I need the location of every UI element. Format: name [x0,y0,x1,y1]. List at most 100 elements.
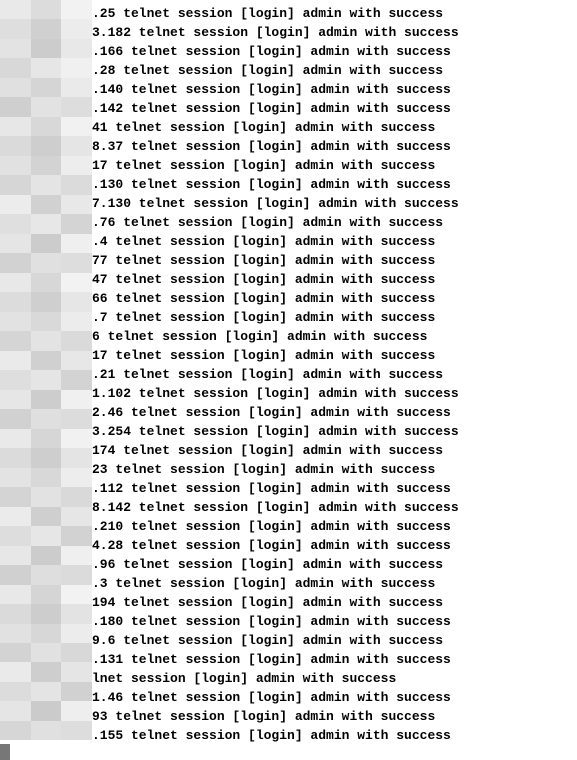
log-line: 17 telnet session [login] admin with suc… [92,156,577,175]
gutter-cell [31,565,62,584]
gutter-cell [61,292,92,311]
gutter-row [0,546,92,565]
gutter-row [0,19,92,38]
gutter-row [0,351,92,370]
gutter-row [0,487,92,506]
gutter-row [0,585,92,604]
log-line: .7 telnet session [login] admin with suc… [92,308,577,327]
gutter-cell [31,507,62,526]
gutter-cell [61,546,92,565]
gutter-row [0,39,92,58]
gutter-cell [0,546,31,565]
gutter-cell [31,604,62,623]
gutter-cell [0,487,31,506]
log-line: .130 telnet session [login] admin with s… [92,175,577,194]
gutter-cell [61,701,92,720]
gutter-row [0,156,92,175]
log-line: 174 telnet session [login] admin with su… [92,441,577,460]
gutter-cell [31,546,62,565]
log-line: .25 telnet session [login] admin with su… [92,4,577,23]
gutter-cell [31,643,62,662]
log-line: 7.130 telnet session [login] admin with … [92,194,577,213]
gutter-cell [31,58,62,77]
gutter-cell [61,585,92,604]
gutter-cell [31,234,62,253]
gutter-cell [31,701,62,720]
gutter-cell [31,351,62,370]
gutter-row [0,721,92,740]
gutter-cell [0,390,31,409]
cursor-indicator [0,744,10,760]
log-line: 47 telnet session [login] admin with suc… [92,270,577,289]
gutter-cell [31,97,62,116]
gutter-cell [0,448,31,467]
log-line: lnet session [login] admin with success [92,669,577,688]
gutter-cell [61,643,92,662]
gutter-cell [61,195,92,214]
log-line: 4.28 telnet session [login] admin with s… [92,536,577,555]
gutter-cell [31,136,62,155]
gutter-cell [31,253,62,272]
gutter-cell [0,721,31,740]
gutter-cell [61,39,92,58]
gutter-cell [61,351,92,370]
gutter-cell [0,370,31,389]
gutter-cell [61,448,92,467]
gutter-cell [31,19,62,38]
gutter-cell [61,624,92,643]
gutter-cell [0,214,31,233]
gutter-row [0,370,92,389]
gutter-cell [31,682,62,701]
gutter-row [0,253,92,272]
log-line: 1.102 telnet session [login] admin with … [92,384,577,403]
gutter-cell [61,0,92,19]
log-line: 6 telnet session [login] admin with succ… [92,327,577,346]
log-line: .166 telnet session [login] admin with s… [92,42,577,61]
gutter-cell [31,39,62,58]
gutter-row [0,604,92,623]
gutter-cell [61,468,92,487]
gutter-cell [31,0,62,19]
gutter-cell [31,370,62,389]
log-line: 93 telnet session [login] admin with suc… [92,707,577,726]
gutter-row [0,78,92,97]
gutter-cell [0,624,31,643]
log-line: .21 telnet session [login] admin with su… [92,365,577,384]
gutter-row [0,429,92,448]
log-line: .140 telnet session [login] admin with s… [92,80,577,99]
log-output: .25 telnet session [login] admin with su… [92,0,577,760]
gutter-cell [31,331,62,350]
log-line: 9.6 telnet session [login] admin with su… [92,631,577,650]
gutter-cell [31,721,62,740]
gutter-cell [0,429,31,448]
gutter-cell [61,136,92,155]
gutter-cell [0,136,31,155]
gutter-cell [31,214,62,233]
gutter-row [0,273,92,292]
gutter-cell [0,331,31,350]
gutter-cell [0,526,31,545]
gutter-row [0,624,92,643]
log-line: .131 telnet session [login] admin with s… [92,650,577,669]
gutter-cell [0,117,31,136]
log-line: 41 telnet session [login] admin with suc… [92,118,577,137]
gutter-cell [0,682,31,701]
gutter-cell [31,156,62,175]
gutter-row [0,409,92,428]
log-line: .210 telnet session [login] admin with s… [92,517,577,536]
gutter-cell [0,78,31,97]
gutter-row [0,507,92,526]
gutter-cell [61,19,92,38]
gutter-row [0,312,92,331]
gutter-cell [31,448,62,467]
gutter-cell [61,97,92,116]
gutter-cell [0,662,31,681]
gutter-row [0,448,92,467]
gutter-row [0,643,92,662]
gutter-cell [0,701,31,720]
gutter-row [0,740,92,759]
gutter-cell [31,273,62,292]
gutter-cell [61,429,92,448]
log-line: 2.46 telnet session [login] admin with s… [92,403,577,422]
gutter-cell [0,253,31,272]
